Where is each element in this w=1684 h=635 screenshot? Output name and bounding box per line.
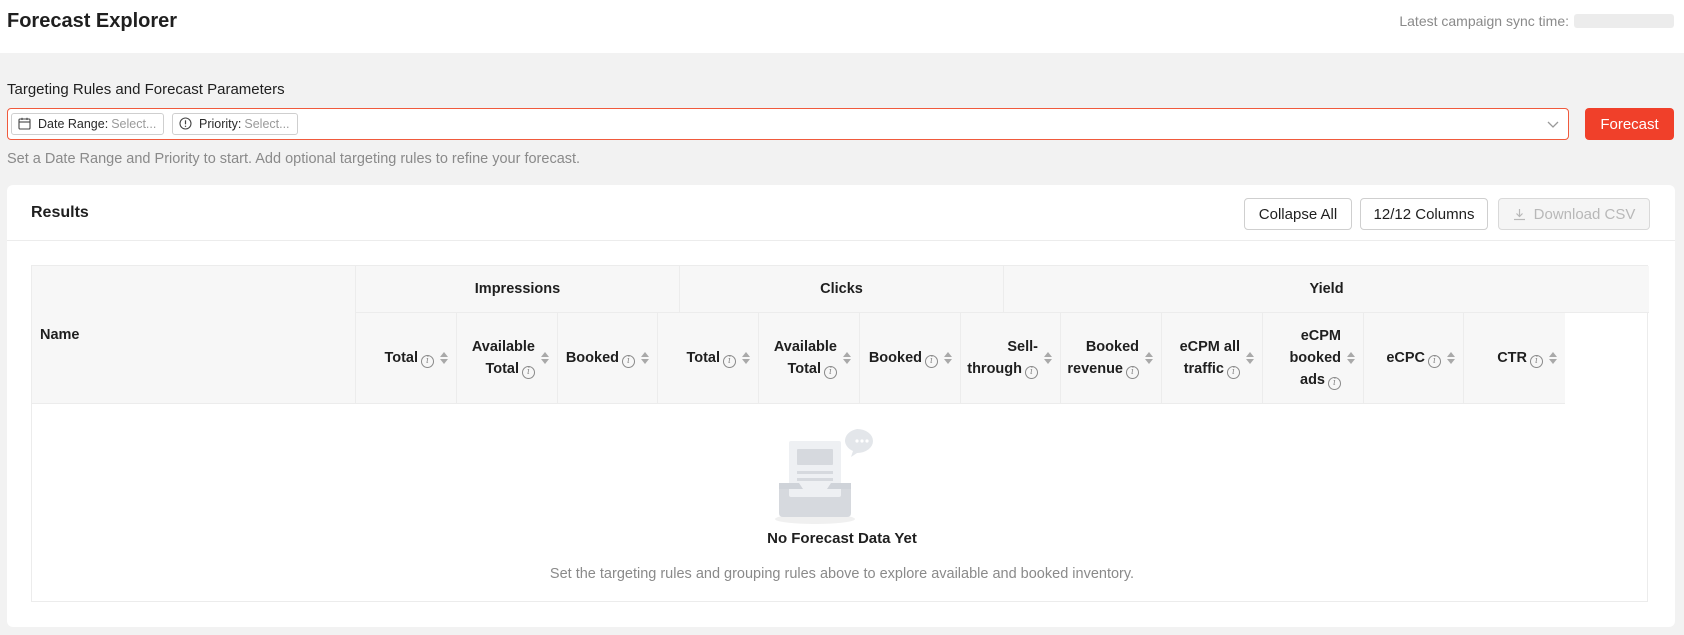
column-header-name[interactable]: Name [32, 266, 356, 404]
column-header-label: eCPM all traffic i [1179, 339, 1240, 379]
column-header[interactable]: Available Total i [759, 313, 860, 404]
column-header-label: eCPM booked ads i [1289, 328, 1341, 390]
column-header[interactable]: eCPM all traffic i [1162, 313, 1263, 404]
calendar-icon [18, 117, 32, 131]
sort-icon[interactable] [944, 352, 952, 364]
sort-icon[interactable] [641, 352, 649, 364]
results-card: Results Collapse All 12/12 Columns Downl… [7, 185, 1675, 627]
info-icon[interactable]: i [1126, 366, 1139, 379]
sort-icon[interactable] [541, 352, 549, 364]
group-header-impressions: Impressions [356, 266, 680, 313]
column-header[interactable]: Booked i [558, 313, 658, 404]
empty-state-description: Set the targeting rules and grouping rul… [549, 566, 1135, 582]
info-icon[interactable]: i [622, 355, 635, 368]
section-label: Targeting Rules and Forecast Parameters [7, 81, 285, 98]
column-header[interactable]: Sell-through i [961, 313, 1061, 404]
priority-chip[interactable]: Priority: Select... [172, 113, 298, 135]
page-title: Forecast Explorer [7, 10, 178, 32]
forecast-button[interactable]: Forecast [1585, 108, 1674, 140]
column-header[interactable]: eCPM booked ads i [1263, 313, 1364, 404]
sort-icon[interactable] [1549, 352, 1557, 364]
group-header-clicks: Clicks [680, 266, 1004, 313]
info-icon[interactable]: i [1025, 366, 1038, 379]
priority-label: Priority: [199, 117, 242, 131]
info-icon[interactable]: i [723, 355, 736, 368]
info-icon[interactable]: i [522, 366, 535, 379]
column-header[interactable]: Available Total i [457, 313, 558, 404]
top-bar: Forecast Explorer Latest campaign sync t… [0, 0, 1684, 53]
sort-icon[interactable] [1044, 352, 1052, 364]
sort-icon[interactable] [1246, 352, 1254, 364]
column-header[interactable]: eCPC i [1364, 313, 1464, 404]
sort-icon[interactable] [843, 352, 851, 364]
info-icon[interactable]: i [824, 366, 837, 379]
sort-icon[interactable] [1347, 352, 1355, 364]
download-csv-button[interactable]: Download CSV [1498, 198, 1650, 230]
download-csv-label: Download CSV [1533, 205, 1636, 223]
column-header-label: Total i [686, 347, 736, 369]
date-range-chip[interactable]: Date Range: Select... [11, 113, 165, 135]
divider [7, 240, 1675, 241]
column-header-label: Booked i [869, 347, 938, 369]
empty-state-title: No Forecast Data Yet [767, 530, 917, 547]
info-icon[interactable]: i [421, 355, 434, 368]
collapse-all-button[interactable]: Collapse All [1244, 198, 1352, 230]
column-header-label: Sell-through i [967, 339, 1038, 379]
column-header-label: Available Total i [471, 339, 535, 379]
sync-status: Latest campaign sync time: [1399, 13, 1674, 29]
date-range-label: Date Range: [38, 117, 109, 131]
info-icon[interactable]: i [1328, 377, 1341, 390]
empty-inbox-icon [771, 425, 901, 530]
group-header-yield: Yield [1004, 266, 1649, 313]
sort-icon[interactable] [440, 352, 448, 364]
info-icon[interactable]: i [925, 355, 938, 368]
column-header[interactable]: Total i [356, 313, 457, 404]
helper-text: Set a Date Range and Priority to start. … [7, 151, 581, 167]
sync-time-placeholder [1574, 14, 1674, 28]
sort-icon[interactable] [1145, 352, 1153, 364]
column-header-label: Total i [384, 347, 434, 369]
chevron-down-icon[interactable] [1546, 117, 1560, 131]
priority-icon [179, 117, 193, 131]
info-icon[interactable]: i [1428, 355, 1441, 368]
info-icon[interactable]: i [1227, 366, 1240, 379]
download-icon [1513, 208, 1526, 221]
column-header-label: Booked revenue i [1067, 339, 1139, 379]
column-header[interactable]: CTR i [1464, 313, 1565, 404]
sync-label: Latest campaign sync time: [1399, 13, 1569, 29]
column-header-label: CTR i [1497, 347, 1543, 369]
date-range-value: Select... [111, 117, 157, 131]
column-header[interactable]: Booked revenue i [1061, 313, 1162, 404]
results-title: Results [31, 204, 89, 221]
column-header-label: Available Total i [773, 339, 837, 379]
sort-icon[interactable] [1447, 352, 1455, 364]
columns-button[interactable]: 12/12 Columns [1360, 198, 1488, 230]
priority-value: Select... [244, 117, 290, 131]
column-header-label: eCPC i [1386, 347, 1441, 369]
info-icon[interactable]: i [1530, 355, 1543, 368]
column-header-label: Booked i [566, 347, 635, 369]
column-header[interactable]: Total i [658, 313, 759, 404]
sort-icon[interactable] [742, 352, 750, 364]
column-header[interactable]: Booked i [860, 313, 961, 404]
targeting-rules-input[interactable]: Date Range: Select... Priority: Select..… [7, 108, 1569, 140]
